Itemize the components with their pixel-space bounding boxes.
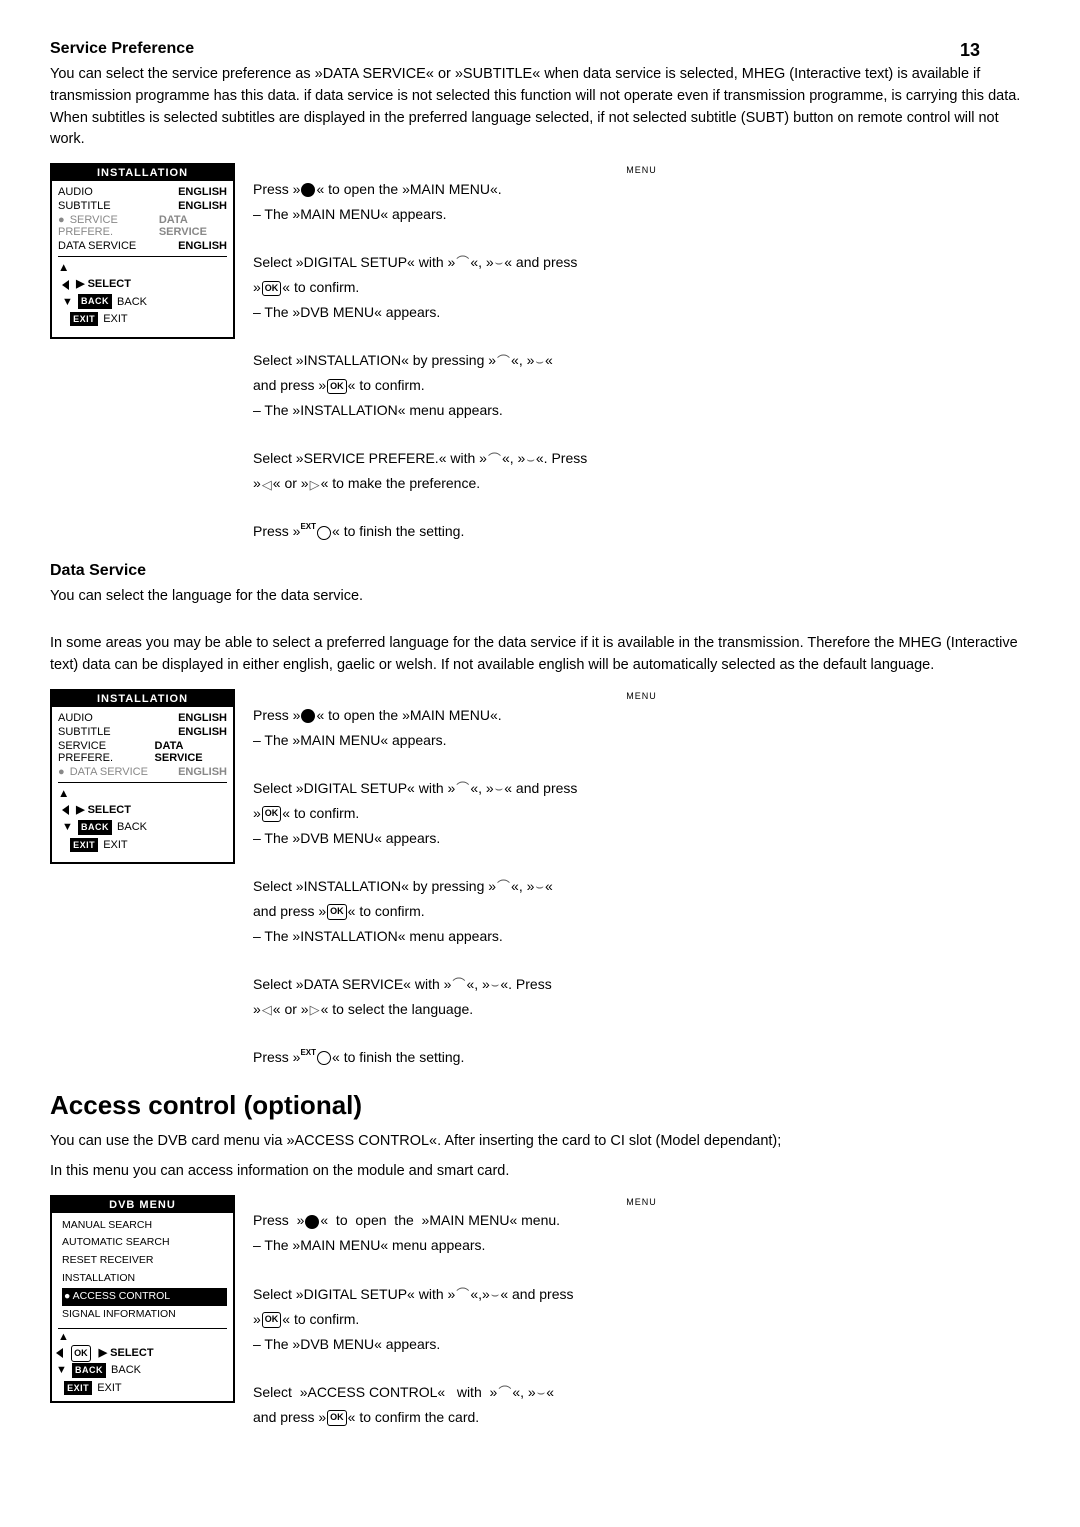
- dvb-menu-title: DVB MENU: [52, 1197, 233, 1213]
- menu-label-sp: MENU: [253, 163, 1030, 178]
- select-label-3: ▶ SELECT: [99, 1345, 154, 1363]
- nav-back-3: ▼ BACK BACK: [56, 1362, 141, 1380]
- menu-row-subtitle-1: SUBTITLE ENGLISH: [58, 199, 227, 213]
- section-title-data-service: Data Service: [50, 562, 1030, 580]
- nav-back-1: ▼ BACK BACK: [62, 294, 147, 312]
- instr-ds-4: »OK« to confirm.: [253, 803, 1030, 824]
- access-control-block: DVB MENU MANUAL SEARCH AUTOMATIC SEARCH …: [50, 1195, 1030, 1432]
- menu-nav-2: ▶ SELECT ▼ BACK BACK EXIT EXIT: [58, 800, 227, 857]
- dvb-menu-box: DVB MENU MANUAL SEARCH AUTOMATIC SEARCH …: [50, 1195, 235, 1404]
- instr-ac-2: – The »MAIN MENU« menu appears.: [253, 1235, 1030, 1256]
- instr-ac-6: Select »ACCESS CONTROL« with »⌒«, »⌣«: [253, 1382, 1030, 1403]
- menu-row-service-prefere-2: SERVICE PREFERE. DATA SERVICE: [58, 739, 227, 765]
- data-service-block: INSTALLATION AUDIO ENGLISH SUBTITLE ENGL…: [50, 689, 1030, 1072]
- nav-exit-1: EXIT EXIT: [62, 311, 128, 329]
- page-number: 13: [960, 40, 980, 61]
- installation-menu-1: INSTALLATION AUDIO ENGLISH SUBTITLE ENGL…: [50, 163, 235, 339]
- instr-ds-7: and press »OK« to confirm.: [253, 901, 1030, 922]
- arrow-left-icon-1: [62, 280, 69, 290]
- installation-menu-2: INSTALLATION AUDIO ENGLISH SUBTITLE ENGL…: [50, 689, 235, 865]
- nav-select-1: ▶ SELECT: [62, 276, 131, 294]
- instr-sp-3: Select »DIGITAL SETUP« with »⌒«, »⌣« and…: [253, 252, 1030, 273]
- menu-row-subtitle-2: SUBTITLE ENGLISH: [58, 725, 227, 739]
- instructions-service-preference: MENU Press »« to open the »MAIN MENU«. –…: [253, 163, 1030, 546]
- instr-ac-3: Select »DIGITAL SETUP« with »⌒«,»⌣« and …: [253, 1284, 1030, 1305]
- menu-row-data-service-1: DATA SERVICE ENGLISH: [58, 239, 227, 253]
- nav-up-1: ▲: [58, 262, 69, 274]
- arrow-left-icon-3: [56, 1348, 63, 1358]
- instr-ds-10: »◁« or »▷« to select the language.: [253, 999, 1030, 1020]
- section-title-service-preference: Service Preference: [50, 40, 1030, 58]
- instr-sp-7: and press »OK« to confirm.: [253, 375, 1030, 396]
- dvb-item-installation: INSTALLATION: [62, 1270, 227, 1288]
- menu-nav-3: OK ▶ SELECT ▼ BACK BACK EXIT EXIT: [52, 1343, 233, 1402]
- instructions-data-service: MENU Press »« to open the »MAIN MENU«. –…: [253, 689, 1030, 1072]
- instr-sp-4: »OK« to confirm.: [253, 277, 1030, 298]
- section-intro2-data-service: In some areas you may be able to select …: [50, 633, 1030, 677]
- menu-row-audio-1: AUDIO ENGLISH: [58, 185, 227, 199]
- menu-nav-1: ▶ SELECT ▼ BACK BACK EXIT EXIT: [58, 274, 227, 331]
- instr-sp-11: Press »EXT« to finish the setting.: [253, 521, 1030, 542]
- section-intro2-access-control: In this menu you can access information …: [50, 1161, 1030, 1183]
- instr-ds-9: Select »DATA SERVICE« with »⌒«, »⌣«. Pre…: [253, 974, 1030, 995]
- section-intro-access-control: You can use the DVB card menu via »ACCES…: [50, 1131, 1030, 1153]
- nav-up-2: ▲: [58, 788, 69, 800]
- menu-row-data-service-2: ● DATA SERVICE ENGLISH: [58, 765, 227, 779]
- instr-ds-6: Select »INSTALLATION« by pressing »⌒«, »…: [253, 876, 1030, 897]
- instr-ds-8: – The »INSTALLATION« menu appears.: [253, 926, 1030, 947]
- arrow-left-icon-2: [62, 805, 69, 815]
- instr-ac-5: – The »DVB MENU« appears.: [253, 1334, 1030, 1355]
- menu-title-2: INSTALLATION: [52, 691, 233, 707]
- instr-sp-10: »◁« or »▷« to make the preference.: [253, 473, 1030, 494]
- dvb-item-manual-search: MANUAL SEARCH: [62, 1217, 227, 1235]
- instr-sp-2: – The »MAIN MENU« appears.: [253, 204, 1030, 225]
- dvb-item-reset-receiver: RESET RECEIVER: [62, 1252, 227, 1270]
- nav-back-2: ▼ BACK BACK: [62, 819, 147, 837]
- instr-ds-11: Press »EXT« to finish the setting.: [253, 1047, 1030, 1068]
- nav-exit-3: EXIT EXIT: [56, 1380, 122, 1398]
- instr-sp-8: – The »INSTALLATION« menu appears.: [253, 400, 1030, 421]
- dvb-item-automatic-search: AUTOMATIC SEARCH: [62, 1234, 227, 1252]
- nav-up-3: ▲: [58, 1331, 69, 1343]
- menu-row-service-prefere-1: ● SERVICE PREFERE. DATA SERVICE: [58, 213, 227, 239]
- menu-label-ds: MENU: [253, 689, 1030, 704]
- menu-label-ac: MENU: [253, 1195, 1030, 1210]
- instr-ds-3: Select »DIGITAL SETUP« with »⌒«, »⌣« and…: [253, 778, 1030, 799]
- instr-ds-2: – The »MAIN MENU« appears.: [253, 730, 1030, 751]
- instr-sp-9: Select »SERVICE PREFERE.« with »⌒«, »⌣«.…: [253, 448, 1030, 469]
- nav-select-3: OK ▶ SELECT: [56, 1345, 154, 1363]
- instr-sp-1: Press »« to open the »MAIN MENU«.: [253, 179, 1030, 200]
- instr-ds-1: Press »« to open the »MAIN MENU«.: [253, 705, 1030, 726]
- dvb-item-signal-information: SIGNAL INFORMATION: [62, 1306, 227, 1324]
- instr-ac-7: and press »OK« to confirm the card.: [253, 1407, 1030, 1428]
- service-preference-block: INSTALLATION AUDIO ENGLISH SUBTITLE ENGL…: [50, 163, 1030, 546]
- dvb-item-access-control: ● ACCESS CONTROL: [62, 1288, 227, 1306]
- instructions-access-control: MENU Press »« to open the »MAIN MENU« me…: [253, 1195, 1030, 1432]
- select-label-1: ▶ SELECT: [76, 276, 131, 294]
- menu-row-audio-2: AUDIO ENGLISH: [58, 711, 227, 725]
- section-title-access-control: Access control (optional): [50, 1090, 1030, 1121]
- select-label-2: ▶ SELECT: [76, 802, 131, 820]
- instr-ac-1: Press »« to open the »MAIN MENU« menu.: [253, 1210, 1030, 1231]
- nav-select-2: ▶ SELECT: [62, 802, 131, 820]
- nav-exit-2: EXIT EXIT: [62, 837, 128, 855]
- section-intro-data-service: You can select the language for the data…: [50, 586, 1030, 608]
- instr-ds-5: – The »DVB MENU« appears.: [253, 828, 1030, 849]
- section-intro-service-preference: You can select the service preference as…: [50, 64, 1030, 151]
- instr-sp-6: Select »INSTALLATION« by pressing »⌒«, »…: [253, 350, 1030, 371]
- menu-title-1: INSTALLATION: [52, 165, 233, 181]
- instr-sp-5: – The »DVB MENU« appears.: [253, 302, 1030, 323]
- instr-ac-4: »OK« to confirm.: [253, 1309, 1030, 1330]
